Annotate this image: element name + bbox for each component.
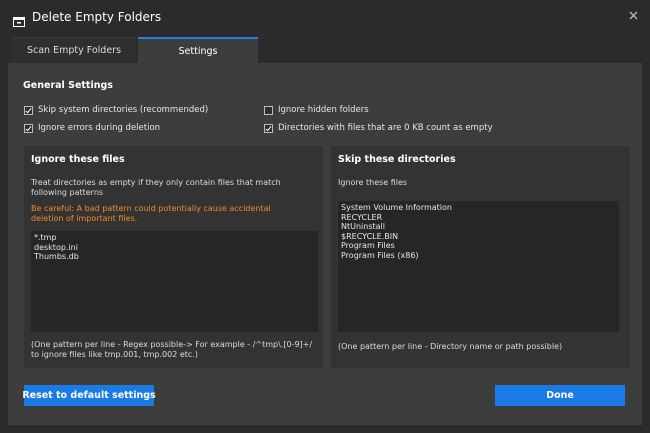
skip-directories-hint: (One pattern per line - Directory name o… — [338, 342, 563, 351]
ignore-files-heading: Ignore these files — [31, 154, 125, 165]
reset-defaults-button[interactable]: Reset to default settings — [22, 385, 156, 406]
pattern-line: desktop.ini — [34, 242, 78, 252]
checkbox-label: Directories with files that are 0 KB cou… — [278, 123, 493, 133]
directory-line: Program Files — [341, 241, 395, 250]
checkbox-unchecked[interactable] — [264, 105, 273, 115]
ignore-files-warning: Be careful: A bad pattern could potentia… — [31, 204, 271, 223]
tab-settings[interactable]: Settings — [138, 37, 258, 64]
directory-line: RECYCLER — [341, 212, 383, 222]
ignore-files-panel: Ignore these files Treat directories as … — [24, 146, 323, 368]
checkbox-checked[interactable] — [24, 105, 33, 115]
skip-system-directories-checkbox[interactable]: Skip system directories (recommended) — [24, 105, 208, 115]
window-title: Delete Empty Folders — [32, 10, 162, 24]
tab-bar: Scan Empty Folders Settings — [12, 37, 258, 64]
directory-line: $RECYCLE.BIN — [341, 231, 399, 241]
zero-kb-files-empty-checkbox[interactable]: Directories with files that are 0 KB cou… — [264, 123, 493, 133]
close-button[interactable] — [624, 5, 642, 23]
skip-directories-panel: Skip these directories Ignore these file… — [331, 146, 630, 368]
done-button[interactable]: Done — [495, 385, 625, 406]
folder-icon — [13, 12, 25, 27]
settings-panel: General Settings Skip system directories… — [8, 63, 642, 425]
skip-directories-heading: Skip these directories — [338, 154, 456, 165]
ignore-errors-checkbox[interactable]: Ignore errors during deletion — [24, 123, 160, 133]
ignore-hidden-folders-checkbox[interactable]: Ignore hidden folders — [264, 105, 369, 115]
close-icon — [629, 5, 638, 24]
tab-scan-empty-folders[interactable]: Scan Empty Folders — [12, 37, 136, 63]
pattern-line: Thumbs.db — [34, 252, 79, 261]
title-bar: Delete Empty Folders — [0, 0, 650, 36]
checkbox-label: Ignore hidden folders — [278, 105, 369, 115]
skip-directories-textarea[interactable]: System Volume Information RECYCLER NtUni… — [338, 201, 619, 332]
ignore-patterns-textarea[interactable]: *.tmp desktop.ini Thumbs.db — [31, 231, 318, 332]
pattern-line: *.tmp — [34, 233, 57, 242]
checkbox-checked[interactable] — [264, 123, 273, 133]
ignore-files-hint: (One pattern per line - Regex possible->… — [31, 340, 313, 359]
checkbox-checked[interactable] — [24, 123, 33, 133]
directory-line: NtUninstall — [341, 222, 385, 231]
checkbox-label: Ignore errors during deletion — [38, 123, 161, 133]
directory-line: Program Files (x86) — [341, 250, 419, 260]
general-settings-heading: General Settings — [23, 80, 113, 91]
skip-directories-description: Ignore these files — [338, 178, 408, 187]
directory-line: System Volume Information — [341, 203, 452, 212]
ignore-files-description: Treat directories as empty if they only … — [31, 178, 281, 197]
checkbox-label: Skip system directories (recommended) — [38, 105, 209, 115]
